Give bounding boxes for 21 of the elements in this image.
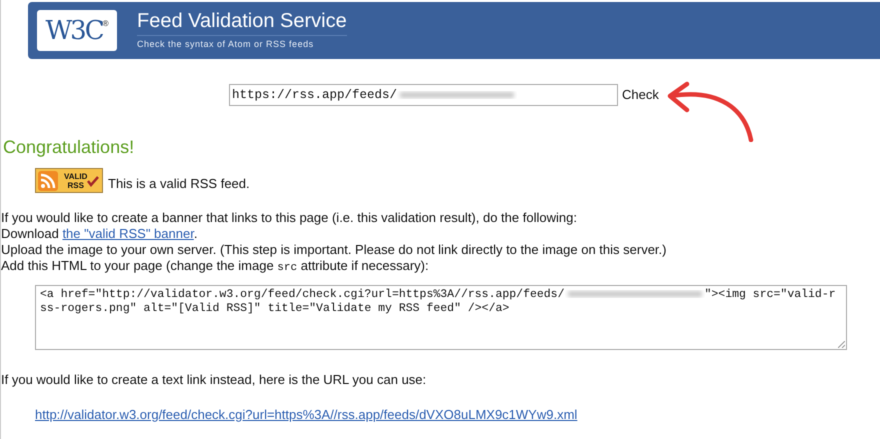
rss-icon: [38, 170, 58, 190]
logo-text: W3C: [45, 18, 103, 44]
check-button[interactable]: Check: [622, 85, 659, 105]
banner-instructions: If you would like to create a banner that links to this page (i.e. this validation result), do the following:: [1, 210, 578, 226]
download-instruction: Download the "valid RSS" banner.: [1, 226, 198, 242]
badge-text: RSS: [67, 180, 84, 190]
checkmark-icon: [87, 174, 100, 186]
text-link-instructions: If you would like to create a text link instead, here is the URL you can use:: [1, 371, 428, 389]
valid-message: This is a valid RSS feed.: [108, 174, 250, 192]
resize-handle-icon[interactable]: [838, 341, 845, 348]
registered-mark: ®: [102, 18, 109, 28]
add-html-instruction: Add this HTML to your page (change the image src attribute if necessary):: [1, 258, 430, 276]
success-heading: Congratulations!: [3, 136, 136, 158]
html-code-textarea[interactable]: <a href="http://validator.w3.org/feed/check.cgi?url=https%3A//rss.app/feeds/ "><img src="valid-rss-rogers.png" alt="[Valid RSS]" title="Validate my RSS feed" /></a>: [35, 285, 847, 350]
page-subtitle: Check the syntax of Atom or RSS feeds: [137, 38, 315, 52]
banner-link[interactable]: the "valid RSS" banner: [62, 226, 194, 241]
url-field[interactable]: https://rss.app/feeds/: [229, 84, 618, 106]
badge-text: VALID: [64, 172, 88, 180]
page-title: Feed Validation Service: [137, 9, 347, 36]
upload-instruction: Upload the image to your own server. (This step is important. Please do not link directly to the image on this server.): [1, 242, 668, 258]
validator-link[interactable]: http://validator.w3.org/feed/check.cgi?url=https%3A//rss.app/feeds/dVXO8uLMX9c1WYw9.xml: [35, 404, 578, 424]
